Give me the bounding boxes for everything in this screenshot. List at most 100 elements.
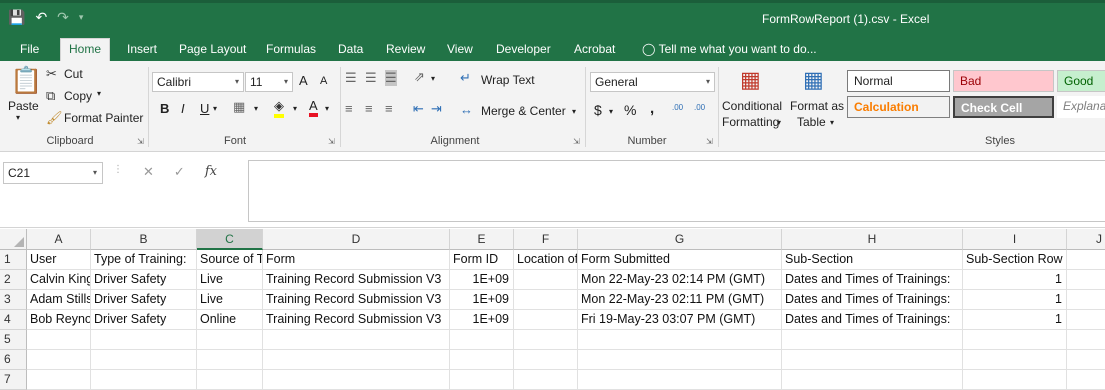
format-table-dropdown-icon[interactable]: ▾ bbox=[830, 118, 834, 127]
tab-page-layout[interactable]: Page Layout bbox=[171, 39, 254, 61]
italic-button[interactable]: I bbox=[181, 101, 185, 116]
decrease-decimal-button[interactable]: .00 bbox=[694, 103, 705, 112]
column-header-j[interactable]: J bbox=[1067, 229, 1105, 250]
align-top-icon[interactable]: ☰ bbox=[345, 70, 357, 86]
shrink-font-button[interactable]: A bbox=[320, 75, 327, 87]
alignment-launcher-icon[interactable]: ⇲ bbox=[573, 137, 580, 146]
conditional-formatting-line1[interactable]: Conditional bbox=[722, 99, 782, 113]
fill-dropdown-icon[interactable]: ▾ bbox=[293, 104, 297, 113]
tab-formulas[interactable]: Formulas bbox=[258, 39, 324, 61]
cell-b7[interactable] bbox=[91, 370, 197, 390]
conditional-formatting-line2[interactable]: Formatting bbox=[722, 115, 779, 129]
cell-f2[interactable] bbox=[514, 270, 578, 290]
format-painter-button[interactable]: Format Painter bbox=[64, 111, 143, 125]
cell-c2[interactable]: Live bbox=[197, 270, 263, 290]
style-bad[interactable]: Bad bbox=[953, 70, 1054, 92]
cell-h7[interactable] bbox=[782, 370, 963, 390]
insert-function-icon[interactable]: fx bbox=[205, 164, 217, 180]
cell-b3[interactable]: Driver Safety bbox=[91, 290, 197, 310]
cell-g5[interactable] bbox=[578, 330, 782, 350]
column-header-a[interactable]: A bbox=[27, 229, 91, 250]
currency-button[interactable]: $ bbox=[594, 102, 602, 118]
row-header-7[interactable]: 7 bbox=[0, 370, 27, 390]
cell-f4[interactable] bbox=[514, 310, 578, 330]
cell-b5[interactable] bbox=[91, 330, 197, 350]
align-center-icon[interactable]: ≡ bbox=[365, 101, 373, 116]
cell-c1[interactable]: Source of Training: bbox=[197, 250, 263, 270]
orientation-dropdown-icon[interactable]: ▾ bbox=[431, 74, 435, 83]
cell-j4[interactable] bbox=[1067, 310, 1105, 330]
cell-c3[interactable]: Live bbox=[197, 290, 263, 310]
cell-i5[interactable] bbox=[963, 330, 1067, 350]
merge-center-icon[interactable]: ↔ bbox=[460, 102, 473, 117]
align-left-icon[interactable]: ≡ bbox=[345, 101, 353, 116]
decrease-indent-icon[interactable]: ⇤ bbox=[413, 101, 424, 117]
align-right-icon[interactable]: ≡ bbox=[385, 101, 393, 116]
cell-c6[interactable] bbox=[197, 350, 263, 370]
cell-d4[interactable]: Training Record Submission V3 bbox=[263, 310, 450, 330]
cell-b4[interactable]: Driver Safety bbox=[91, 310, 197, 330]
font-name-select[interactable]: Calibri ▾ bbox=[152, 72, 244, 92]
style-good[interactable]: Good bbox=[1057, 70, 1105, 92]
style-explanatory[interactable]: Explanat bbox=[1057, 96, 1105, 118]
cell-f7[interactable] bbox=[514, 370, 578, 390]
tab-data[interactable]: Data bbox=[330, 39, 371, 61]
cell-j3[interactable] bbox=[1067, 290, 1105, 310]
cell-a2[interactable]: Calvin King bbox=[27, 270, 91, 290]
tab-view[interactable]: View bbox=[439, 39, 481, 61]
cell-i3[interactable]: 1 bbox=[963, 290, 1067, 310]
cell-g4[interactable]: Fri 19-May-23 03:07 PM (GMT) bbox=[578, 310, 782, 330]
cell-f5[interactable] bbox=[514, 330, 578, 350]
cell-h5[interactable] bbox=[782, 330, 963, 350]
cell-e1[interactable]: Form ID bbox=[450, 250, 514, 270]
underline-button[interactable]: U bbox=[200, 101, 209, 116]
cell-e3[interactable]: 1E+09 bbox=[450, 290, 514, 310]
tab-file[interactable]: File bbox=[12, 39, 47, 61]
copy-icon[interactable]: ⧉ bbox=[46, 88, 55, 104]
name-box[interactable]: C21 ▾ bbox=[3, 162, 103, 184]
format-as-table-line2[interactable]: Table bbox=[797, 115, 826, 129]
cell-f1[interactable]: Location of bbox=[514, 250, 578, 270]
underline-dropdown-icon[interactable]: ▾ bbox=[213, 104, 217, 113]
cell-i1[interactable]: Sub-Section Row bbox=[963, 250, 1067, 270]
format-painter-icon[interactable]: 🖌 bbox=[46, 110, 63, 126]
align-middle-icon[interactable]: ☰ bbox=[365, 70, 377, 86]
enter-icon[interactable]: ✓ bbox=[174, 164, 185, 180]
column-header-g[interactable]: G bbox=[578, 229, 782, 250]
save-icon[interactable]: 💾 bbox=[8, 9, 25, 26]
undo-icon[interactable]: ↶ bbox=[35, 9, 47, 26]
cell-i6[interactable] bbox=[963, 350, 1067, 370]
wrap-text-button[interactable]: Wrap Text bbox=[481, 73, 535, 87]
cell-c4[interactable]: Online bbox=[197, 310, 263, 330]
cell-g2[interactable]: Mon 22-May-23 02:14 PM (GMT) bbox=[578, 270, 782, 290]
tab-insert[interactable]: Insert bbox=[119, 39, 165, 61]
currency-dropdown-icon[interactable]: ▾ bbox=[609, 107, 613, 116]
row-header-3[interactable]: 3 bbox=[0, 290, 27, 310]
tab-home[interactable]: Home bbox=[60, 38, 111, 61]
clipboard-launcher-icon[interactable]: ⇲ bbox=[137, 137, 144, 146]
bold-button[interactable]: B bbox=[160, 101, 169, 116]
cell-g7[interactable] bbox=[578, 370, 782, 390]
cut-button[interactable]: Cut bbox=[64, 67, 83, 81]
customize-qat-icon[interactable]: ▾ bbox=[79, 12, 84, 23]
comma-button[interactable]: , bbox=[650, 100, 654, 117]
copy-dropdown-icon[interactable]: ▾ bbox=[97, 89, 101, 98]
font-color-button[interactable]: A bbox=[309, 98, 318, 117]
row-header-1[interactable]: 1 bbox=[0, 250, 27, 270]
column-header-f[interactable]: F bbox=[514, 229, 578, 250]
cell-j2[interactable] bbox=[1067, 270, 1105, 290]
cell-a5[interactable] bbox=[27, 330, 91, 350]
number-format-select[interactable]: General ▾ bbox=[590, 72, 715, 92]
conditional-formatting-icon[interactable]: ▦ bbox=[740, 67, 761, 93]
wrap-text-icon[interactable]: ↵ bbox=[460, 70, 471, 86]
row-header-2[interactable]: 2 bbox=[0, 270, 27, 290]
cell-b1[interactable]: Type of Training: bbox=[91, 250, 197, 270]
orientation-icon[interactable]: ⇗ bbox=[414, 69, 425, 85]
align-bottom-icon[interactable]: ☰ bbox=[385, 70, 397, 86]
column-header-h[interactable]: H bbox=[782, 229, 963, 250]
select-all-button[interactable] bbox=[0, 229, 27, 250]
tab-acrobat[interactable]: Acrobat bbox=[566, 39, 623, 61]
column-header-i[interactable]: I bbox=[963, 229, 1067, 250]
cell-h4[interactable]: Dates and Times of Trainings: bbox=[782, 310, 963, 330]
cell-e6[interactable] bbox=[450, 350, 514, 370]
